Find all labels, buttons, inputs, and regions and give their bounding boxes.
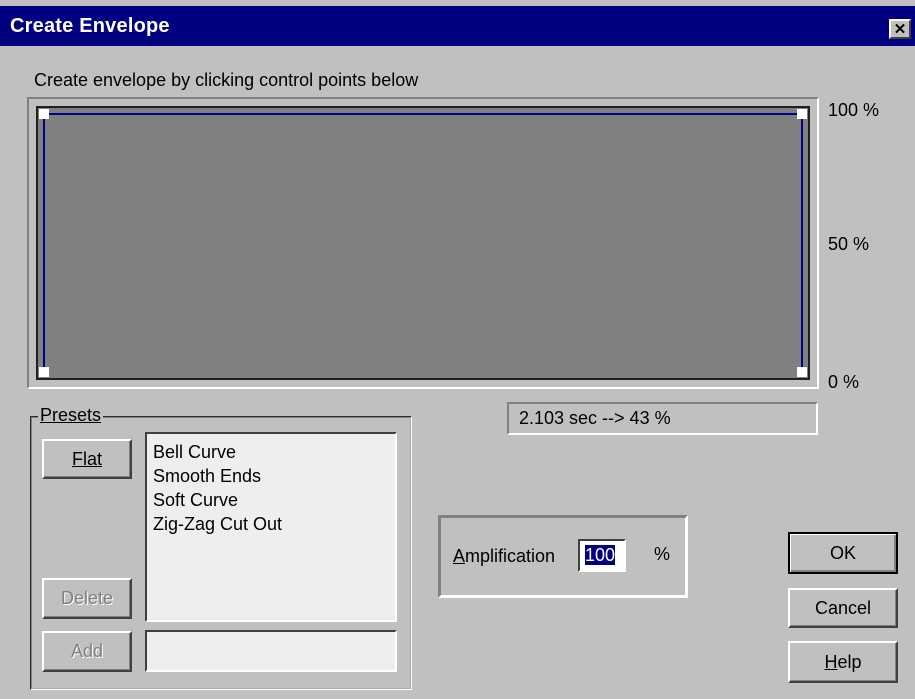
list-item[interactable]: Bell Curve — [153, 440, 395, 464]
control-point[interactable] — [39, 109, 49, 119]
close-icon: ✕ — [893, 20, 907, 38]
amplification-input[interactable]: 100 — [578, 539, 626, 572]
help-button[interactable]: Help — [788, 641, 898, 683]
envelope-graph-frame — [27, 97, 819, 389]
close-button[interactable]: ✕ — [889, 19, 911, 39]
delete-button[interactable]: Delete — [42, 578, 132, 619]
flat-button-label: Flat — [71, 448, 102, 469]
title-bar: Create Envelope ✕ — [0, 6, 915, 46]
envelope-svg[interactable] — [38, 108, 808, 378]
presets-list[interactable]: Bell Curve Smooth Ends Soft Curve Zig-Za… — [145, 432, 397, 622]
ok-button[interactable]: OK — [788, 532, 898, 574]
list-item[interactable]: Soft Curve — [153, 488, 395, 512]
add-button[interactable]: Add — [42, 631, 132, 672]
preset-name-input[interactable] — [145, 630, 397, 672]
envelope-line — [43, 113, 803, 372]
amplification-value: 100 — [585, 545, 616, 565]
control-point[interactable] — [797, 367, 807, 377]
control-point[interactable] — [39, 367, 49, 377]
list-item[interactable]: Smooth Ends — [153, 464, 395, 488]
list-item[interactable]: Zig-Zag Cut Out — [153, 512, 395, 536]
amplification-unit: % — [654, 544, 671, 564]
amplification-label: Amplification — [453, 546, 556, 566]
y-label-50: 50 % — [828, 234, 870, 254]
presets-group-label: Presets — [38, 405, 104, 426]
y-label-0: 0 % — [828, 372, 860, 392]
control-point[interactable] — [797, 109, 807, 119]
envelope-canvas[interactable] — [36, 106, 810, 380]
amplification-label-text: mplification — [465, 546, 556, 566]
y-label-100: 100 % — [828, 100, 880, 120]
presets-label-text: Presets — [40, 405, 102, 425]
cancel-button[interactable]: Cancel — [788, 588, 898, 628]
help-button-label: Help — [824, 651, 862, 672]
window-title: Create Envelope — [10, 15, 170, 37]
instruction-text: Create envelope by clicking control poin… — [34, 70, 419, 90]
flat-button[interactable]: Flat — [42, 439, 132, 479]
position-readout: 2.103 sec --> 43 % — [507, 402, 818, 435]
